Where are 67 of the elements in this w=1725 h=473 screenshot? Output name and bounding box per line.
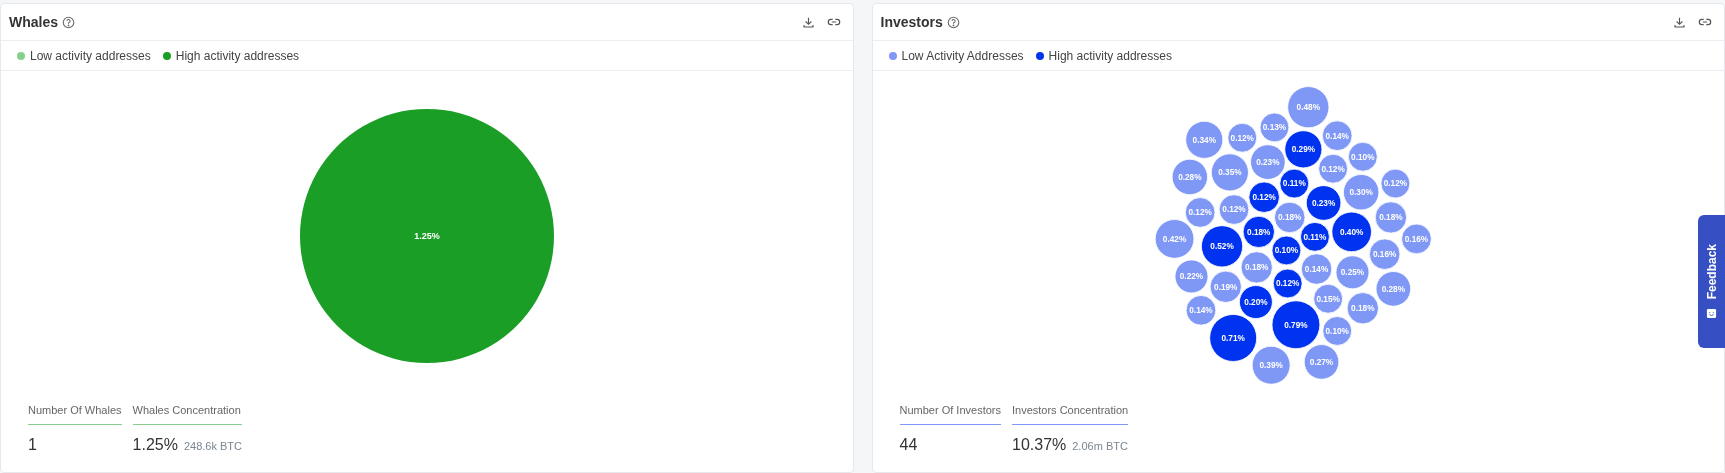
bubble-label: 0.18% bbox=[1351, 304, 1375, 314]
legend-label: High activity addresses bbox=[1048, 47, 1172, 65]
bubble-label: 0.18% bbox=[1379, 213, 1403, 223]
bubble-label: 0.23% bbox=[1256, 158, 1280, 167]
bubble-label: 0.12% bbox=[1321, 164, 1346, 174]
stat-subvalue: 2.06m BTC bbox=[1072, 438, 1128, 454]
bubble-label: 0.10% bbox=[1325, 326, 1350, 336]
bubble-label: 0.30% bbox=[1349, 188, 1374, 198]
stat-value: 1 bbox=[28, 434, 37, 455]
bubble-label: 0.28% bbox=[1178, 172, 1202, 182]
stat-subvalue: 248.6k BTC bbox=[183, 438, 242, 454]
feedback-tab[interactable]: Feedback bbox=[1698, 215, 1725, 348]
bubble-label: 0.12% bbox=[1230, 133, 1255, 143]
download-icon[interactable] bbox=[1673, 15, 1686, 29]
stat-label: Number Of Whales bbox=[28, 402, 122, 425]
bubble-label: 0.48% bbox=[1296, 103, 1321, 113]
bubble-label: 0.10% bbox=[1275, 246, 1299, 256]
download-icon[interactable] bbox=[801, 15, 815, 29]
stat-label: Whales Concentration bbox=[132, 402, 242, 425]
bubble-label: 0.27% bbox=[1310, 357, 1334, 367]
bubble-label: 0.18% bbox=[1278, 213, 1302, 223]
legend-label: High activity addresses bbox=[175, 47, 300, 65]
stat-label: Investors Concentration bbox=[1012, 402, 1129, 425]
bubble-label: 0.12% bbox=[1276, 279, 1300, 289]
bubble-label: 0.14% bbox=[1189, 306, 1213, 316]
bubble-label: 0.25% bbox=[1341, 268, 1365, 278]
stat-value: 1.25% bbox=[132, 434, 178, 455]
legend-label: Low activity addresses bbox=[30, 47, 151, 65]
bubble-label: 0.16% bbox=[1373, 250, 1397, 260]
bubble-label: 0.13% bbox=[1263, 123, 1287, 133]
bubble-label: 0.14% bbox=[1305, 264, 1329, 274]
help-icon[interactable] bbox=[62, 15, 75, 29]
bubble-label: 0.79% bbox=[1284, 320, 1308, 330]
bubble-label: 0.11% bbox=[1303, 232, 1327, 242]
card-title: Investors bbox=[880, 12, 943, 32]
bubble-label: 0.12% bbox=[1252, 193, 1277, 203]
bubble-label: 0.71% bbox=[1221, 333, 1246, 343]
bubble-label: 0.52% bbox=[1210, 242, 1234, 252]
bubble-label: 0.11% bbox=[1283, 179, 1306, 189]
bubble-label: 0.19% bbox=[1214, 282, 1238, 292]
legend-label: Low Activity Addresses bbox=[901, 47, 1024, 65]
bubble-label: 0.42% bbox=[1163, 234, 1187, 244]
bubble-label: 0.12% bbox=[1383, 179, 1408, 189]
bubble-label: 0.12% bbox=[1222, 205, 1246, 215]
stat-value: 44 bbox=[899, 434, 918, 455]
stat-value: 10.37% bbox=[1012, 434, 1067, 455]
bubble-label: 0.14% bbox=[1325, 131, 1350, 141]
card-title: Whales bbox=[9, 12, 58, 32]
stat-label: Number Of Investors bbox=[899, 402, 1001, 425]
bubble-label: 0.15% bbox=[1316, 294, 1341, 304]
bubble-label: 0.34% bbox=[1192, 135, 1217, 145]
bubble-label: 0.18% bbox=[1245, 263, 1269, 273]
help-icon[interactable] bbox=[946, 15, 960, 29]
bubble-label: 0.20% bbox=[1244, 297, 1268, 307]
bubble-label: 0.10% bbox=[1351, 152, 1375, 162]
slice-label: 1.25% bbox=[414, 231, 440, 241]
bubble-label: 0.35% bbox=[1218, 168, 1242, 178]
bubble-label: 0.23% bbox=[1312, 198, 1336, 208]
bubble-label: 0.29% bbox=[1291, 145, 1316, 155]
bubble-label: 0.28% bbox=[1381, 284, 1406, 294]
bubble-label: 0.22% bbox=[1180, 272, 1204, 282]
bubble-label: 0.18% bbox=[1247, 227, 1271, 237]
bubble-label: 0.40% bbox=[1340, 227, 1364, 237]
smile-icon bbox=[1706, 307, 1717, 319]
bubble-label: 0.39% bbox=[1259, 361, 1284, 371]
bubble-label: 0.16% bbox=[1405, 234, 1429, 244]
bubble-label: 0.12% bbox=[1188, 208, 1213, 218]
